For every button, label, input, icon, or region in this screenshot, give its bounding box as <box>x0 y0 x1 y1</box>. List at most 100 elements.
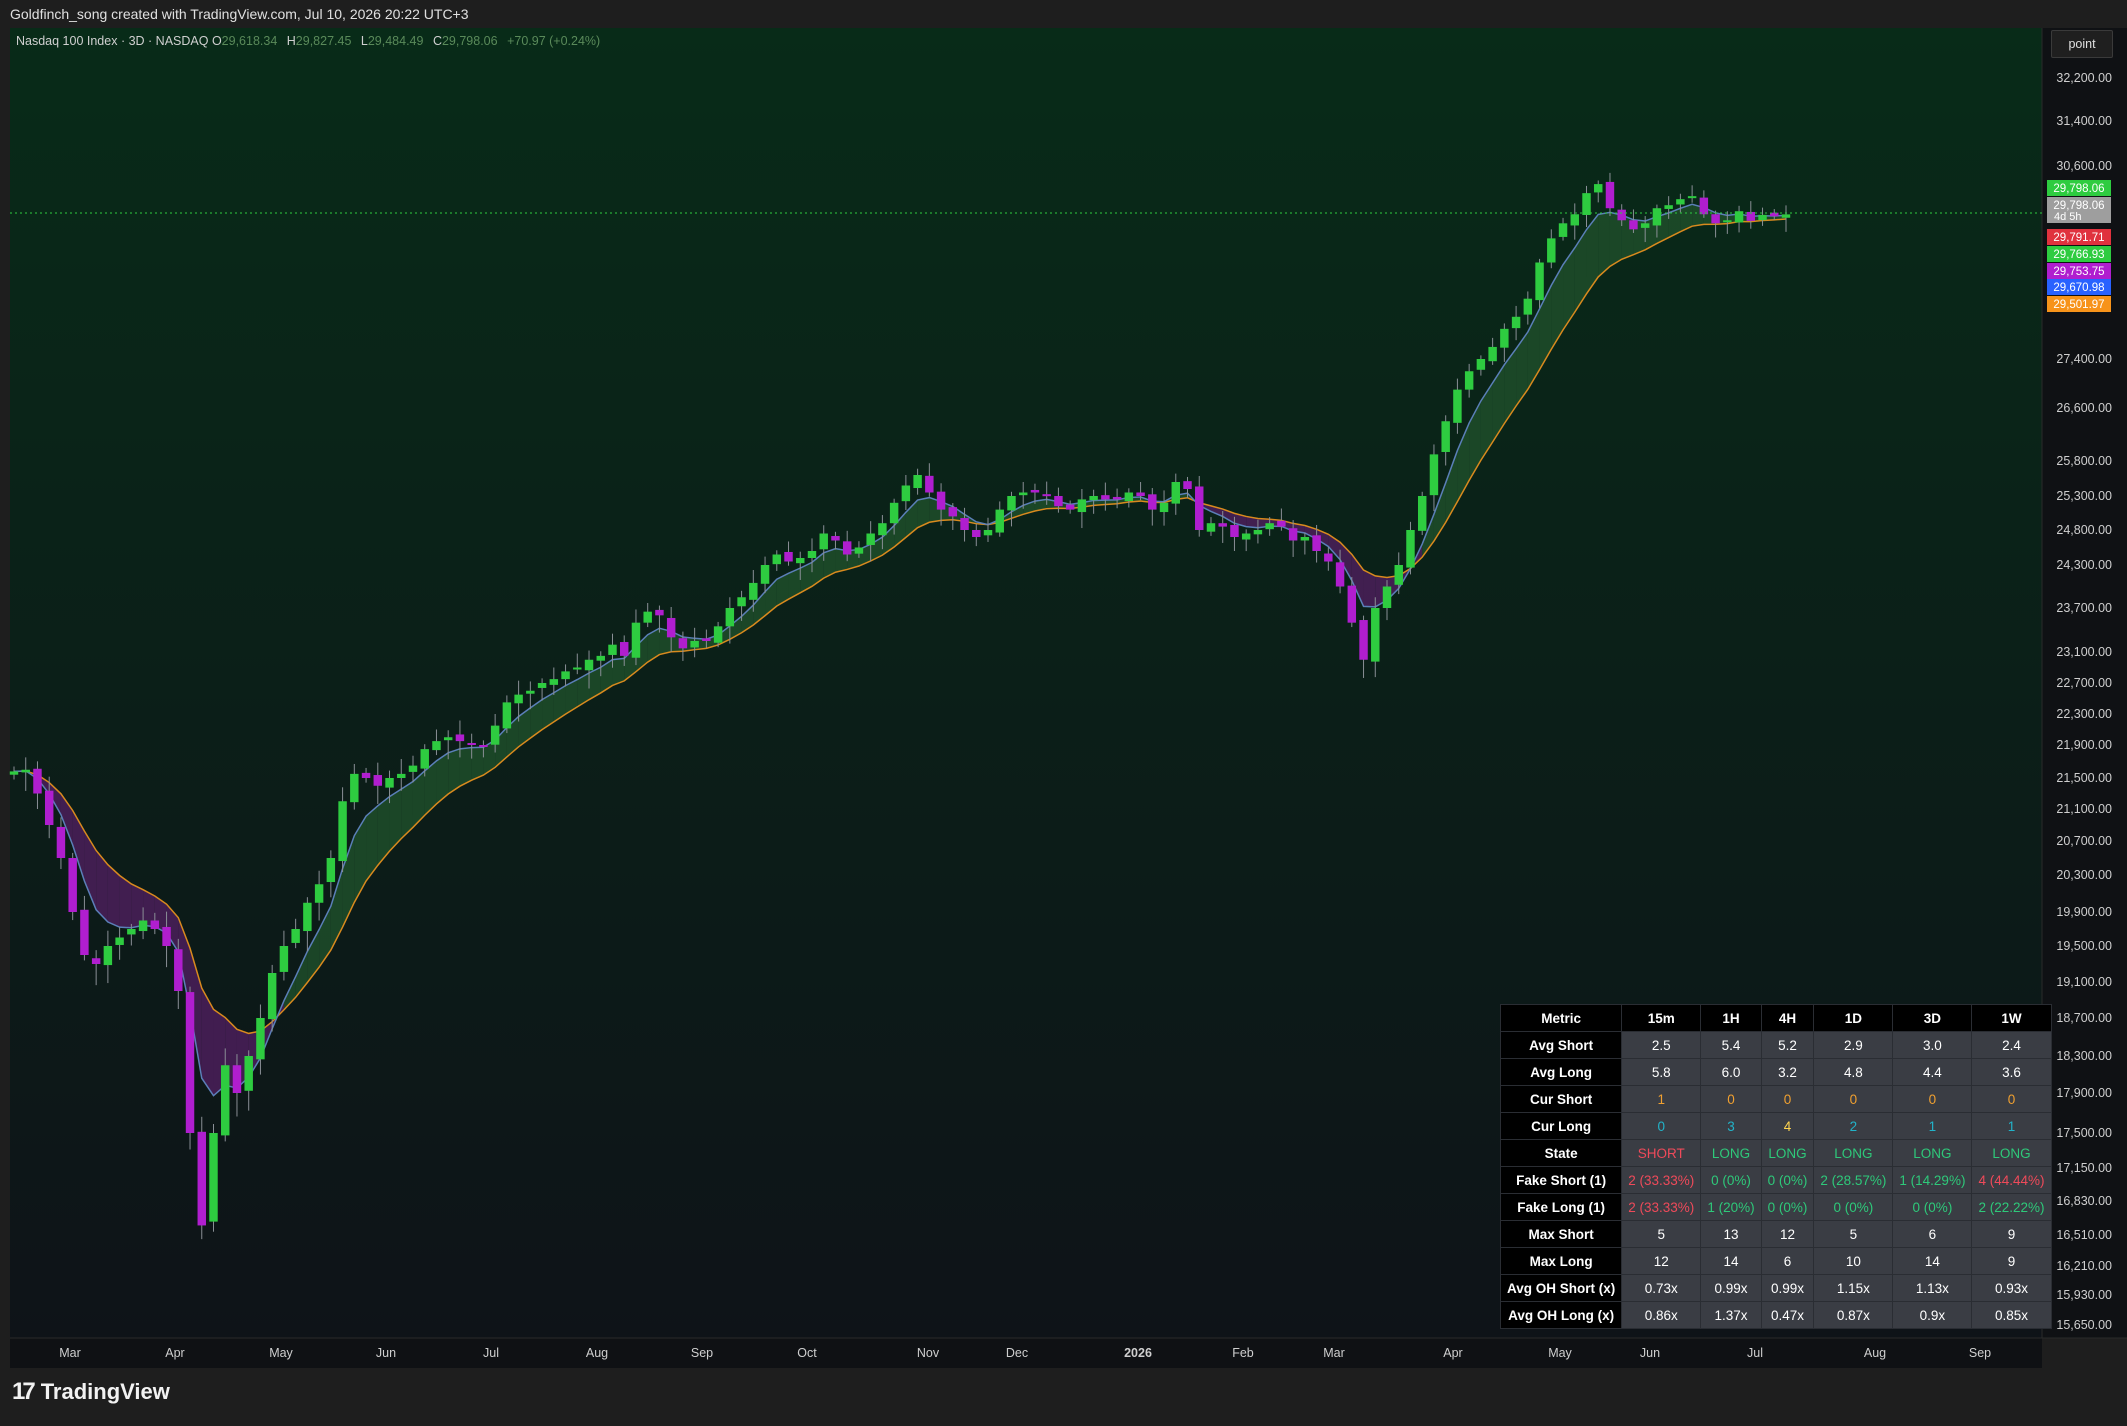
candle-up <box>854 547 864 554</box>
stats-cell: 0 (0%) <box>1892 1193 1973 1221</box>
price-tick-label: 23,100.00 <box>2056 645 2112 659</box>
time-tick-label: Feb <box>1232 1346 1254 1360</box>
candle-up <box>1417 496 1427 531</box>
stats-cell: 5 <box>1813 1220 1894 1248</box>
candle-up <box>21 769 30 773</box>
candle-down <box>1065 504 1075 510</box>
stats-cell: 12 <box>1760 1220 1815 1248</box>
price-tick-label: 16,510.00 <box>2056 1228 2112 1242</box>
candle-up <box>279 946 289 972</box>
price-tick-label: 21,900.00 <box>2056 738 2112 752</box>
footer-bar: 17 TradingView <box>0 1368 2127 1426</box>
stats-cell: 0.47x <box>1760 1301 1815 1329</box>
time-tick-label: May <box>1548 1346 1572 1360</box>
time-tick-label: Nov <box>917 1346 940 1360</box>
open-value: 29,618.34 <box>221 34 278 48</box>
candle-up <box>9 771 19 775</box>
stats-metric-label: Avg OH Long (x) <box>1499 1301 1623 1329</box>
candle-up <box>1124 492 1134 502</box>
stats-cell: 4 (44.44%) <box>1971 1166 2052 1194</box>
time-tick-label: Dec <box>1006 1346 1028 1360</box>
stats-cell: 0.87x <box>1813 1301 1894 1329</box>
candle-down <box>68 858 77 912</box>
candle-up <box>1382 586 1392 608</box>
candle-down <box>925 475 934 493</box>
candle-up <box>350 773 359 803</box>
candle-up <box>1171 482 1180 504</box>
tradingview-logo-icon: 17 <box>12 1378 36 1405</box>
candle-down <box>1324 553 1333 562</box>
stats-row: Avg OH Short (x) 0.73x 0.99x 0.99x 1.15x 1.13… <box>1499 1274 2052 1302</box>
stats-cell: 1 (20%) <box>1700 1193 1762 1221</box>
time-tick-label: Apr <box>165 1346 184 1360</box>
price-tick-label: 30,600.00 <box>2056 159 2112 173</box>
stats-cell: 1.13x <box>1892 1274 1973 1302</box>
candle-up <box>138 920 148 932</box>
price-label-text: 29,670.98 <box>2053 282 2104 294</box>
stats-metric-label: Cur Short <box>1499 1085 1623 1113</box>
candle-up <box>526 690 535 694</box>
candle-up <box>221 1065 230 1136</box>
close-value: 29,798.06 <box>441 34 498 48</box>
price-tick-label: 19,100.00 <box>2056 975 2112 989</box>
price-tick-label: 20,300.00 <box>2056 868 2112 882</box>
price-tick-label: 31,400.00 <box>2056 114 2112 128</box>
candle-up <box>1089 496 1098 501</box>
candle-up <box>1406 530 1415 568</box>
time-tick-label: Aug <box>586 1346 608 1360</box>
candle-up <box>913 475 922 489</box>
stats-cell: 3.6 <box>1971 1058 2052 1086</box>
stats-cell: 6 <box>1760 1247 1815 1275</box>
stats-cell: 0.9x <box>1892 1301 1973 1329</box>
stats-cell: 0 (0%) <box>1813 1193 1894 1221</box>
stats-cell: 4.8 <box>1813 1058 1894 1086</box>
scale-mode-button[interactable]: point <box>2051 30 2113 58</box>
candle-up <box>1453 389 1462 423</box>
candle-down <box>185 992 195 1133</box>
candle-up <box>115 937 124 945</box>
candle-up <box>1371 608 1380 662</box>
candle-up <box>1758 214 1767 221</box>
candle-up <box>549 679 559 685</box>
price-label-text: 29,791.71 <box>2053 232 2104 244</box>
price-tick-label: 15,930.00 <box>2056 1288 2112 1302</box>
stats-column-header: 1D <box>1813 1004 1894 1032</box>
stats-row: Fake Long (1) 2 (33.33%) 1 (20%) 0 (0%) 0 (0… <box>1499 1193 2052 1221</box>
stats-cell: 2 (22.22%) <box>1971 1193 2052 1221</box>
stats-cell: 0 (0%) <box>1700 1166 1762 1194</box>
candle-down <box>1617 209 1626 221</box>
countdown-label: 4d 5h <box>2054 211 2082 223</box>
stats-row: Avg Short 2.5 5.4 5.2 2.9 3.0 2.4 <box>1499 1031 2052 1059</box>
candle-down <box>842 541 852 555</box>
candle-down <box>455 734 465 742</box>
price-tick-label: 17,150.00 <box>2056 1161 2112 1175</box>
stats-metric-label: Fake Short (1) <box>1499 1166 1623 1194</box>
stats-cell: 2 (28.57%) <box>1813 1166 1894 1194</box>
candle-up <box>443 737 453 741</box>
candle-up <box>819 533 828 550</box>
stats-cell: 13 <box>1700 1220 1762 1248</box>
candle-up <box>1265 523 1274 530</box>
candle-up <box>127 929 136 935</box>
tradingview-logo[interactable]: 17 TradingView <box>12 1378 170 1406</box>
stats-row: Avg Long 5.8 6.0 3.2 4.8 4.4 3.6 <box>1499 1058 2052 1086</box>
candle-up <box>1676 199 1685 205</box>
candle-up <box>1640 223 1650 228</box>
time-tick-label: May <box>269 1346 293 1360</box>
candle-down <box>620 642 629 656</box>
candle-up <box>209 1133 218 1222</box>
candle-up <box>561 671 570 680</box>
stats-cell: 0 <box>1760 1085 1815 1113</box>
stats-cell: 0 (0%) <box>1760 1193 1815 1221</box>
candle-up <box>408 765 418 772</box>
candle-up <box>1547 238 1556 263</box>
candle-up <box>796 558 805 564</box>
candle-down <box>1230 524 1239 537</box>
candle-up <box>1464 371 1474 390</box>
candle-up <box>1394 565 1403 585</box>
candle-up <box>995 509 1004 533</box>
stats-cell: 9 <box>1971 1247 2052 1275</box>
stats-cell: LONG <box>1813 1139 1894 1167</box>
stats-cell: 14 <box>1700 1247 1762 1275</box>
candle-up <box>1664 205 1673 209</box>
